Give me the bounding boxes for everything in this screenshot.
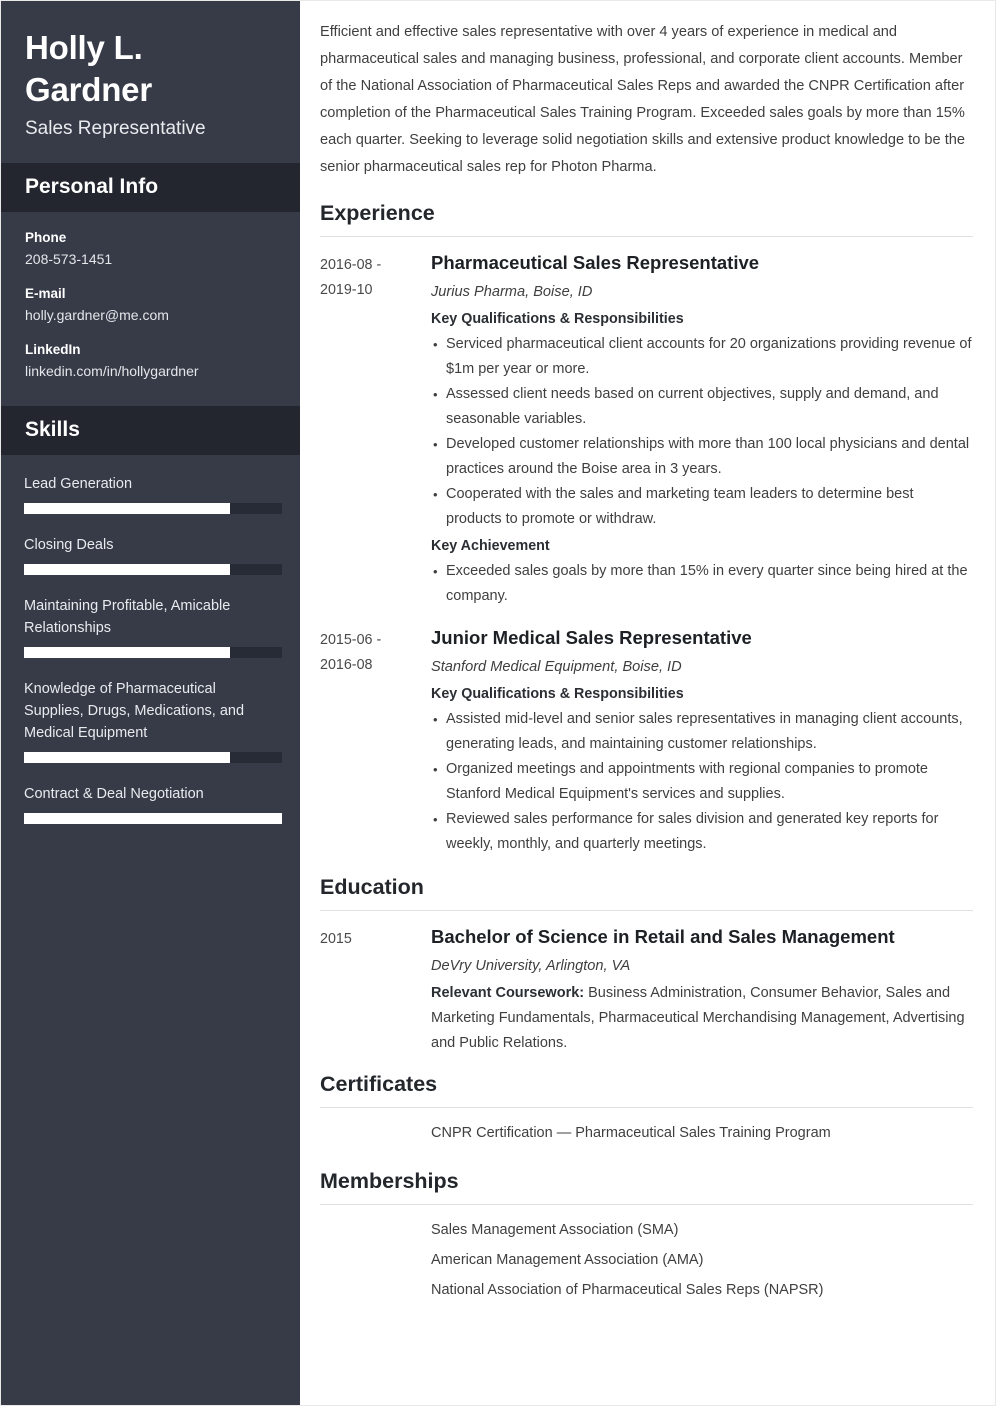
email-value[interactable]: holly.gardner@me.com <box>25 306 280 325</box>
experience-role: Pharmaceutical Sales Representative <box>431 252 760 273</box>
identity-block: Holly L. Gardner Sales Representative <box>1 1 300 163</box>
experience-heading: Experience <box>320 199 973 237</box>
skill-bar-fill <box>24 503 231 514</box>
experience-date-start: 2015-06 - <box>320 632 382 648</box>
personal-info-heading: Personal Info <box>1 163 300 212</box>
phone-label: Phone <box>25 230 67 245</box>
experience-date-start: 2016-08 - <box>320 257 382 273</box>
skill-label: Closing Deals <box>24 537 114 553</box>
experience-date: 2016-08 - 2019-10 <box>320 250 431 611</box>
personal-info-list: Phone 208-573-1451 E-mail holly.gardner@… <box>1 212 300 406</box>
experience-role: Junior Medical Sales Representative <box>431 627 752 648</box>
skill-label: Lead Generation <box>24 476 133 492</box>
candidate-name: Holly L. Gardner <box>25 29 152 108</box>
skill-bar-track <box>24 503 282 514</box>
experience-organization: Jurius Pharma, Boise, ID <box>431 284 593 300</box>
certificate-row: CNPR Certification — Pharmaceutical Sale… <box>320 1121 973 1145</box>
membership-row: Sales Management Association (SMA) <box>320 1218 973 1242</box>
certificate-item: CNPR Certification — Pharmaceutical Sale… <box>431 1125 831 1141</box>
achievement-label: Key Achievement <box>431 538 550 554</box>
membership-row: American Management Association (AMA) <box>320 1248 973 1272</box>
education-degree: Bachelor of Science in Retail and Sales … <box>431 926 895 947</box>
experience-bullet: Assisted mid-level and senior sales repr… <box>431 707 973 757</box>
memberships-heading: Memberships <box>320 1167 973 1205</box>
membership-item: National Association of Pharmaceutical S… <box>431 1282 824 1298</box>
education-heading: Education <box>320 873 973 911</box>
resume-page: Holly L. Gardner Sales Representative Pe… <box>0 0 996 1406</box>
experience-bullet: Reviewed sales performance for sales div… <box>431 807 973 857</box>
skill-item: Contract & Deal Negotiation <box>24 783 282 824</box>
skill-bar-fill <box>24 647 231 658</box>
main-content: Efficient and effective sales representa… <box>300 1 995 1405</box>
email-label: E-mail <box>25 286 66 301</box>
membership-date-spacer <box>320 1248 431 1272</box>
experience-date-end: 2019-10 <box>320 282 373 298</box>
membership-item: American Management Association (AMA) <box>431 1252 704 1268</box>
skills-heading: Skills <box>1 406 300 455</box>
section-experience: Experience 2016-08 - 2019-10 Pharmaceuti… <box>320 199 973 859</box>
experience-bullet: Cooperated with the sales and marketing … <box>431 482 973 532</box>
education-body: Bachelor of Science in Retail and Sales … <box>431 924 973 1056</box>
skill-label: Knowledge of Pharmaceutical Supplies, Dr… <box>24 681 245 741</box>
experience-date: 2015-06 - 2016-08 <box>320 625 431 859</box>
personal-info-item-linkedin: LinkedIn linkedin.com/in/hollygardner <box>25 340 280 381</box>
experience-achievement-list: Exceeded sales goals by more than 15% in… <box>431 559 973 609</box>
linkedin-label: LinkedIn <box>25 342 81 357</box>
linkedin-value[interactable]: linkedin.com/in/hollygardner <box>25 362 280 381</box>
membership-date-spacer <box>320 1278 431 1302</box>
education-entry: 2015 Bachelor of Science in Retail and S… <box>320 924 973 1056</box>
personal-info-item-phone: Phone 208-573-1451 <box>25 228 280 269</box>
skill-item: Lead Generation <box>24 473 282 514</box>
experience-bullet-list: Serviced pharmaceutical client accounts … <box>431 332 973 532</box>
experience-entry: 2016-08 - 2019-10 Pharmaceutical Sales R… <box>320 250 973 611</box>
education-date: 2015 <box>320 931 352 947</box>
education-coursework: Relevant Coursework: Business Administra… <box>431 981 973 1056</box>
experience-bullet-list: Assisted mid-level and senior sales repr… <box>431 707 973 857</box>
skill-bar-track <box>24 564 282 575</box>
experience-organization: Stanford Medical Equipment, Boise, ID <box>431 659 682 675</box>
education-school: DeVry University, Arlington, VA <box>431 958 631 974</box>
personal-info-item-email: E-mail holly.gardner@me.com <box>25 284 280 325</box>
qualifications-label: Key Qualifications & Responsibilities <box>431 311 684 327</box>
experience-bullet: Organized meetings and appointments with… <box>431 757 973 807</box>
section-education: Education 2015 Bachelor of Science in Re… <box>320 873 973 1056</box>
experience-date-end: 2016-08 <box>320 657 373 673</box>
skill-label: Maintaining Profitable, Amicable Relatio… <box>24 598 231 636</box>
certificate-date-spacer <box>320 1121 431 1145</box>
certificates-heading: Certificates <box>320 1070 973 1108</box>
section-certificates: Certificates CNPR Certification — Pharma… <box>320 1070 973 1157</box>
certificates-spacer <box>320 1151 973 1157</box>
membership-date-spacer <box>320 1218 431 1242</box>
skill-bar-track <box>24 813 282 824</box>
candidate-job-title: Sales Representative <box>25 118 206 139</box>
skill-item: Maintaining Profitable, Amicable Relatio… <box>24 595 282 658</box>
skill-bar-fill <box>24 752 231 763</box>
skill-bar-fill <box>24 813 282 824</box>
membership-row: National Association of Pharmaceutical S… <box>320 1278 973 1302</box>
skill-bar-track <box>24 752 282 763</box>
section-memberships: Memberships Sales Management Association… <box>320 1167 973 1302</box>
experience-bullet: Serviced pharmaceutical client accounts … <box>431 332 973 382</box>
membership-item: Sales Management Association (SMA) <box>431 1222 679 1238</box>
skills-list: Lead Generation Closing Deals Maintainin… <box>1 455 300 854</box>
skill-bar-fill <box>24 564 231 575</box>
experience-bullet: Developed customer relationships with mo… <box>431 432 973 482</box>
sidebar: Holly L. Gardner Sales Representative Pe… <box>1 1 300 1405</box>
experience-achievement-bullet: Exceeded sales goals by more than 15% in… <box>431 559 973 609</box>
experience-entry: 2015-06 - 2016-08 Junior Medical Sales R… <box>320 625 973 859</box>
experience-body: Pharmaceutical Sales Representative Juri… <box>431 250 973 611</box>
experience-bullet: Assessed client needs based on current o… <box>431 382 973 432</box>
professional-summary: Efficient and effective sales representa… <box>320 24 965 175</box>
coursework-label: Relevant Coursework: <box>431 985 585 1001</box>
qualifications-label: Key Qualifications & Responsibilities <box>431 686 684 702</box>
experience-body: Junior Medical Sales Representative Stan… <box>431 625 973 859</box>
skill-item: Closing Deals <box>24 534 282 575</box>
skill-bar-track <box>24 647 282 658</box>
skill-item: Knowledge of Pharmaceutical Supplies, Dr… <box>24 678 282 763</box>
skill-label: Contract & Deal Negotiation <box>24 786 204 802</box>
phone-value[interactable]: 208-573-1451 <box>25 250 280 269</box>
